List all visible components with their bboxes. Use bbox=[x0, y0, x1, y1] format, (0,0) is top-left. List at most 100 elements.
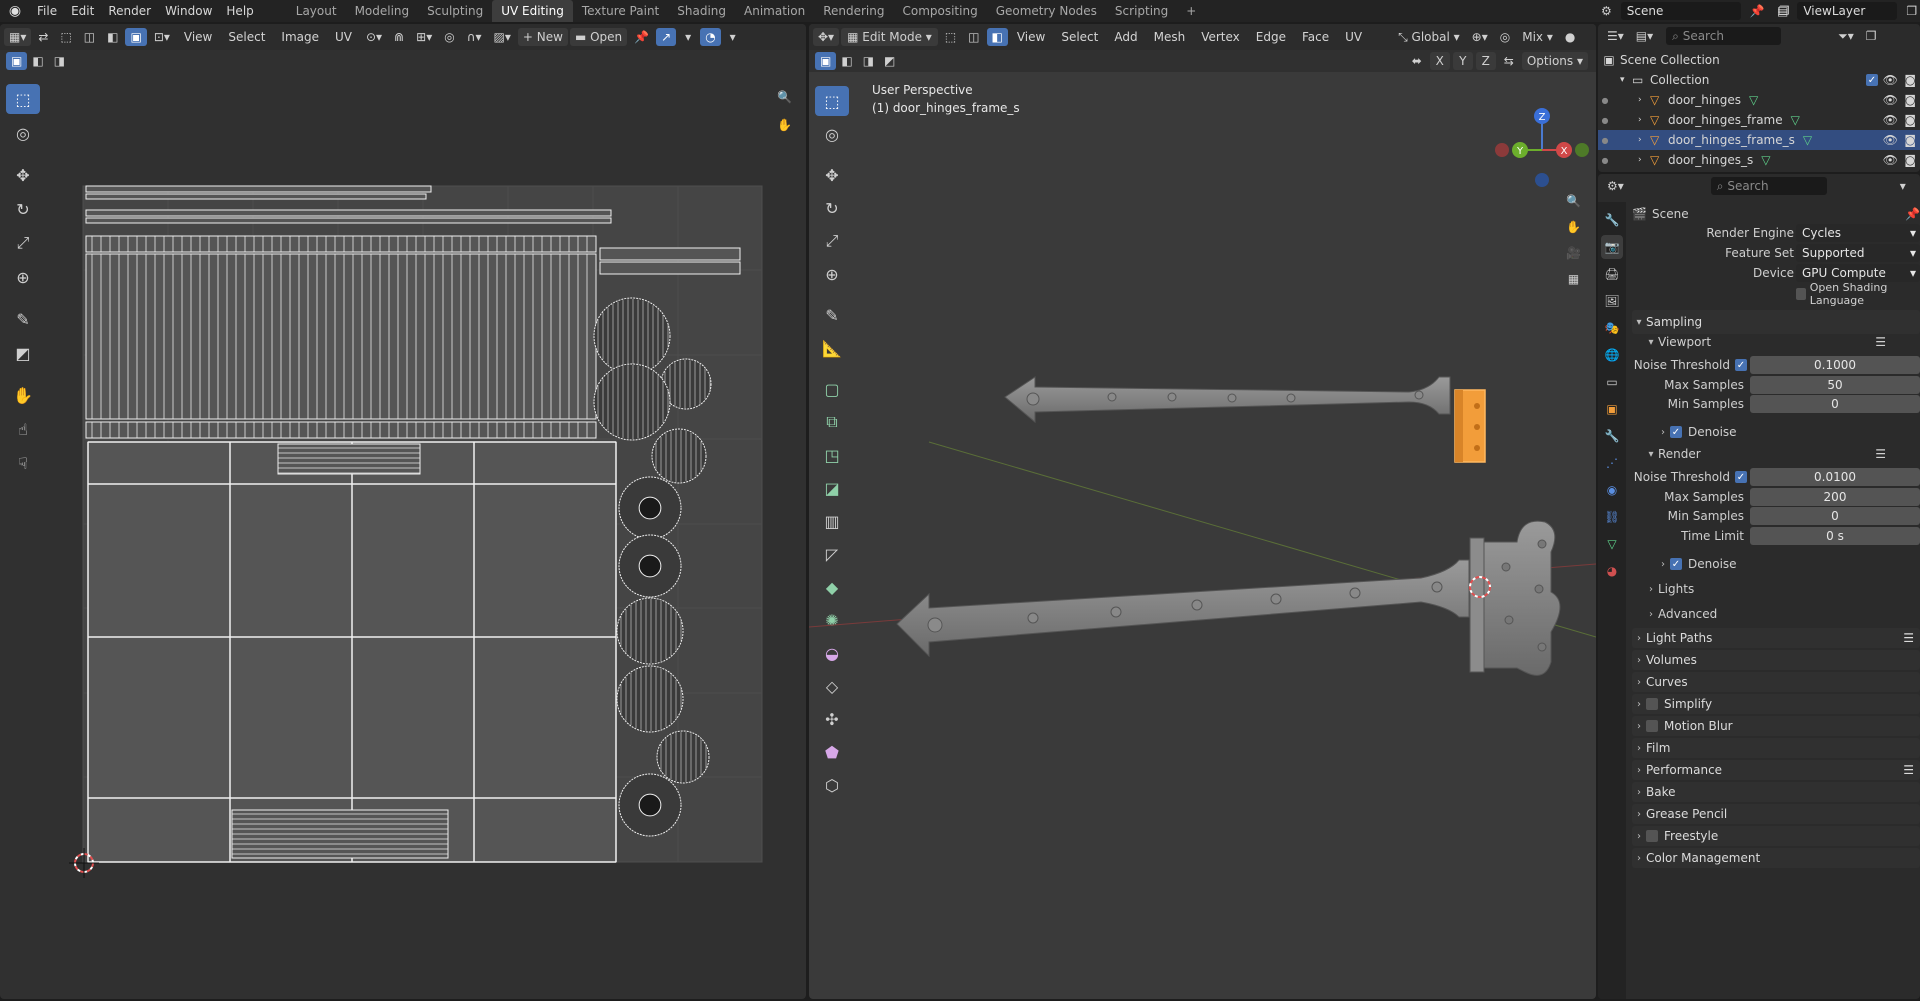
scene-collection-row[interactable]: ▣ Scene Collection bbox=[1598, 50, 1920, 70]
uv-island-circle[interactable] bbox=[593, 297, 671, 375]
transform-orientation-dropdown[interactable]: ⤡ Global ▾ bbox=[1393, 28, 1465, 46]
viewport-subpanel-header[interactable]: ▾ Viewport ☰ bbox=[1644, 332, 1920, 352]
outliner-object-row[interactable]: ● › ▽ door_hinges ▽ 👁 ◙ bbox=[1598, 90, 1920, 110]
add-workspace-button[interactable]: + bbox=[1177, 0, 1205, 22]
uv-island-dense-top[interactable] bbox=[85, 235, 597, 253]
view-layer-tab-icon[interactable]: 🖼 bbox=[1601, 289, 1623, 313]
vp-menu-uv[interactable]: UV bbox=[1338, 30, 1369, 44]
snap-icon[interactable]: ⊕▾ bbox=[1467, 28, 1493, 46]
vp-menu-mesh[interactable]: Mesh bbox=[1147, 30, 1193, 44]
topology-mirror-icon[interactable]: ⇆ bbox=[1499, 52, 1519, 70]
scene-tab-icon[interactable]: 🎭 bbox=[1601, 316, 1623, 340]
face-select-icon[interactable]: ◧ bbox=[102, 28, 123, 46]
camera-icon[interactable]: ◙ bbox=[1904, 113, 1916, 127]
uv-menu-select[interactable]: Select bbox=[221, 30, 272, 44]
osl-checkbox[interactable] bbox=[1796, 288, 1806, 300]
uv-island-strip[interactable] bbox=[599, 261, 741, 275]
vp-menu-vertex[interactable]: Vertex bbox=[1194, 30, 1247, 44]
camera-icon[interactable]: ◙ bbox=[1904, 153, 1916, 167]
viewport-min-samples-field[interactable]: 0 bbox=[1750, 395, 1920, 413]
chevron-right-icon[interactable]: › bbox=[1638, 135, 1650, 145]
panel-header[interactable]: › Light Paths ☰ bbox=[1632, 628, 1920, 648]
render-noise-threshold-field[interactable]: 0.0100 bbox=[1750, 468, 1920, 486]
particles-tab-icon[interactable]: ⋰ bbox=[1601, 451, 1623, 475]
viewport-max-samples-field[interactable]: 50 bbox=[1750, 376, 1920, 394]
uv-menu-uv[interactable]: UV bbox=[328, 30, 359, 44]
tab-modeling[interactable]: Modeling bbox=[346, 0, 419, 22]
vp-zoom-icon[interactable]: 🔍 bbox=[1561, 192, 1586, 210]
uv-island-circle[interactable] bbox=[616, 597, 684, 665]
edge-select-icon[interactable]: ◫ bbox=[79, 28, 100, 46]
vp-select-subtract-icon[interactable]: ◨ bbox=[858, 52, 879, 70]
list-icon[interactable]: ☰ bbox=[1875, 335, 1886, 349]
tab-animation[interactable]: Animation bbox=[735, 0, 814, 22]
render-denoise-row[interactable]: › ✓ Denoise bbox=[1656, 554, 1920, 574]
uv-island-small-strip[interactable] bbox=[277, 443, 421, 475]
tab-shading[interactable]: Shading bbox=[668, 0, 735, 22]
osl-row[interactable]: Open Shading Language bbox=[1796, 281, 1920, 307]
uv-island-circle[interactable] bbox=[616, 665, 684, 733]
data-tab-icon[interactable]: ▽ bbox=[1601, 532, 1623, 556]
uv-island-strip[interactable] bbox=[85, 193, 427, 200]
hinge-frame-plate[interactable] bbox=[1469, 520, 1561, 676]
chevron-right-icon[interactable]: › bbox=[1638, 155, 1650, 165]
uv-island-dense-bottom[interactable] bbox=[85, 421, 597, 439]
tool-tab-icon[interactable]: 🔧 bbox=[1601, 208, 1623, 232]
viewport-denoise-checkbox[interactable]: ✓ bbox=[1670, 426, 1682, 438]
hinge-strap-upper[interactable] bbox=[1004, 376, 1451, 424]
menu-edit[interactable]: Edit bbox=[64, 0, 101, 22]
new-collection-icon[interactable]: ❐ bbox=[1861, 27, 1882, 45]
proportional-icon[interactable]: ◎ bbox=[439, 28, 459, 46]
scene-field[interactable]: Scene bbox=[1620, 2, 1741, 20]
filter-icon[interactable]: ⏷▾ bbox=[1833, 27, 1859, 45]
chevron-right-icon[interactable]: › bbox=[1638, 115, 1650, 125]
sampling-panel-header[interactable]: ▾ Sampling bbox=[1632, 310, 1920, 334]
gizmo-dropdown-icon[interactable]: ▾ bbox=[678, 28, 698, 46]
collection-row[interactable]: ▾ ▭ Collection ✓ 👁 ◙ bbox=[1598, 70, 1920, 90]
collection-tab-icon[interactable]: ▭ bbox=[1601, 370, 1623, 394]
render-max-samples-field[interactable]: 200 bbox=[1750, 488, 1920, 506]
image-browse-icon[interactable]: ▨▾ bbox=[489, 28, 516, 46]
render-denoise-checkbox[interactable]: ✓ bbox=[1670, 558, 1682, 570]
eye-icon[interactable]: 👁 bbox=[1883, 93, 1898, 107]
open-image-button[interactable]: ▬ Open bbox=[569, 28, 628, 46]
editor-type-icon[interactable]: ▦▾ bbox=[4, 28, 32, 46]
navigation-gizmo[interactable]: Z X Y bbox=[1495, 108, 1589, 187]
panel-checkbox[interactable] bbox=[1646, 830, 1658, 842]
uv-menu-image[interactable]: Image bbox=[274, 30, 326, 44]
uv-island-circle[interactable] bbox=[593, 363, 671, 441]
panel-header[interactable]: › Grease Pencil bbox=[1632, 804, 1920, 824]
vp-pan-hand-icon[interactable]: ✋ bbox=[1561, 218, 1586, 236]
select-box-mode-icon[interactable]: ▣ bbox=[6, 52, 28, 70]
tab-rendering[interactable]: Rendering bbox=[814, 0, 893, 22]
tab-geometry-nodes[interactable]: Geometry Nodes bbox=[987, 0, 1106, 22]
vp-select-extend-icon[interactable]: ◧ bbox=[836, 52, 857, 70]
render-tab-icon[interactable]: 📷 bbox=[1601, 235, 1623, 259]
sticky-select-icon[interactable]: ⊡▾ bbox=[149, 28, 175, 46]
panel-checkbox[interactable] bbox=[1646, 698, 1658, 710]
island-select-icon[interactable]: ▣ bbox=[125, 28, 147, 46]
new-image-button[interactable]: + New bbox=[517, 28, 568, 46]
tab-uv-editing[interactable]: UV Editing bbox=[492, 0, 573, 22]
outliner-object-row[interactable]: ● › ▽ door_hinges_s ▽ 👁 ◙ bbox=[1598, 150, 1920, 170]
properties-search-input[interactable]: ⌕ Search bbox=[1710, 177, 1827, 195]
panel-header[interactable]: › Volumes bbox=[1632, 650, 1920, 670]
render-min-samples-field[interactable]: 0 bbox=[1750, 507, 1920, 525]
mirror-mesh-icon[interactable]: ⬌ bbox=[1407, 52, 1427, 70]
snap-target-icon[interactable]: ⊞▾ bbox=[411, 28, 437, 46]
overlay-dropdown-icon[interactable]: ▾ bbox=[723, 28, 743, 46]
feature-set-dropdown[interactable]: Supported ▾ bbox=[1796, 244, 1920, 262]
list-icon[interactable]: ☰ bbox=[1903, 631, 1914, 645]
device-dropdown[interactable]: GPU Compute ▾ bbox=[1796, 264, 1920, 282]
uv-island-dense-block[interactable] bbox=[85, 253, 597, 420]
panel-header[interactable]: › Color Management bbox=[1632, 848, 1920, 868]
view-layer-icon[interactable]: ▤ bbox=[1772, 2, 1793, 20]
chevron-right-icon[interactable]: › bbox=[1638, 95, 1650, 105]
tab-texture-paint[interactable]: Texture Paint bbox=[573, 0, 668, 22]
menu-render[interactable]: Render bbox=[101, 0, 158, 22]
tab-scripting[interactable]: Scripting bbox=[1106, 0, 1177, 22]
properties-editor-type-icon[interactable]: ⚙▾ bbox=[1602, 177, 1629, 195]
vp-menu-face[interactable]: Face bbox=[1295, 30, 1336, 44]
uv-island-strip[interactable] bbox=[599, 247, 741, 261]
modifier-tab-icon[interactable]: 🔧 bbox=[1601, 424, 1623, 448]
